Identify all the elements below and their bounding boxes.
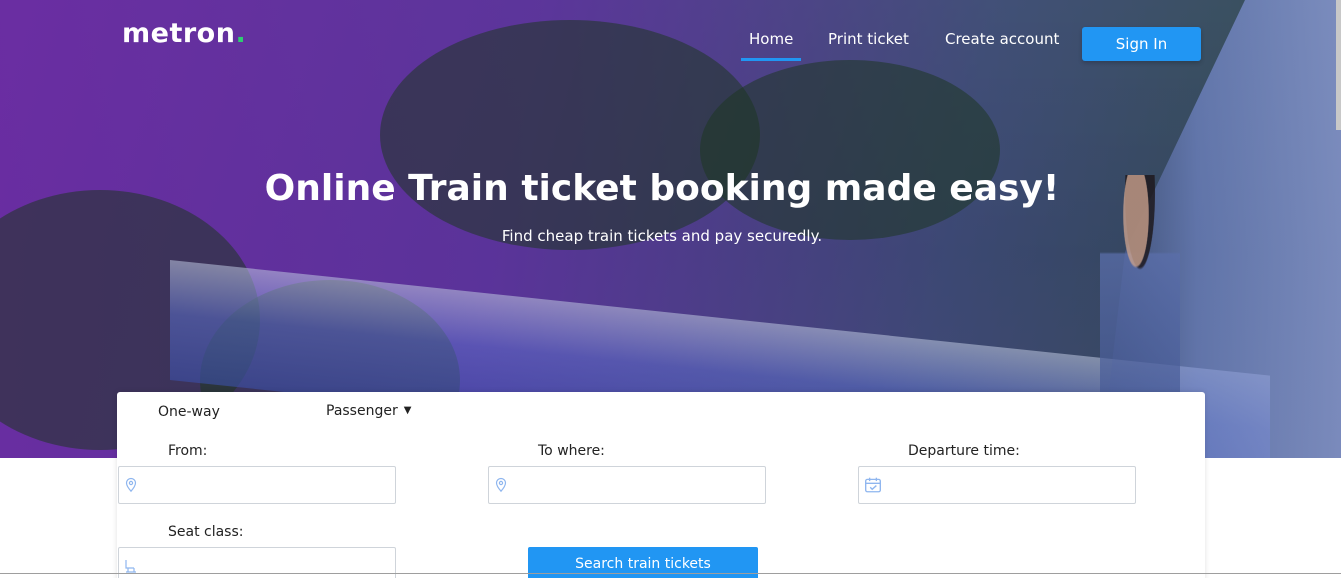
to-input[interactable] — [513, 467, 763, 503]
to-label: To where: — [538, 443, 605, 459]
departure-input[interactable] — [883, 467, 1133, 503]
passenger-dropdown[interactable]: Passenger ▼ — [326, 403, 411, 419]
brand-logo[interactable]: metron. — [122, 18, 246, 49]
from-label: From: — [168, 443, 208, 459]
hero-title: Online Train ticket booking made easy! — [264, 168, 1060, 209]
seat-class-label: Seat class: — [168, 524, 244, 540]
from-field[interactable] — [118, 466, 396, 504]
nav-print-ticket[interactable]: Print ticket — [828, 30, 909, 48]
departure-label: Departure time: — [908, 443, 1020, 459]
departure-field[interactable] — [858, 466, 1136, 504]
brand-name: metron — [122, 18, 236, 49]
location-pin-icon — [495, 477, 507, 493]
calendar-icon — [865, 477, 881, 493]
page-scrollbar[interactable] — [1336, 0, 1341, 130]
window-bottom-edge — [0, 573, 1341, 574]
search-card: One-way Passenger ▼ From: To where: Depar… — [117, 392, 1205, 578]
hero-subtitle: Find cheap train tickets and pay secured… — [501, 227, 823, 245]
seat-icon — [125, 560, 136, 573]
trip-type-one-way[interactable]: One-way — [158, 404, 220, 420]
location-pin-icon — [125, 477, 137, 493]
to-field[interactable] — [488, 466, 766, 504]
passenger-label: Passenger — [326, 403, 398, 419]
nav-create-account[interactable]: Create account — [945, 30, 1059, 48]
background-tree — [700, 60, 1000, 240]
hero-banner: metron. Home Print ticket Create account… — [0, 0, 1341, 458]
nav-home[interactable]: Home — [740, 30, 802, 61]
brand-dot: . — [235, 18, 247, 49]
from-input[interactable] — [143, 467, 393, 503]
caret-down-icon: ▼ — [403, 405, 412, 416]
sign-in-button[interactable]: Sign In — [1082, 27, 1201, 61]
